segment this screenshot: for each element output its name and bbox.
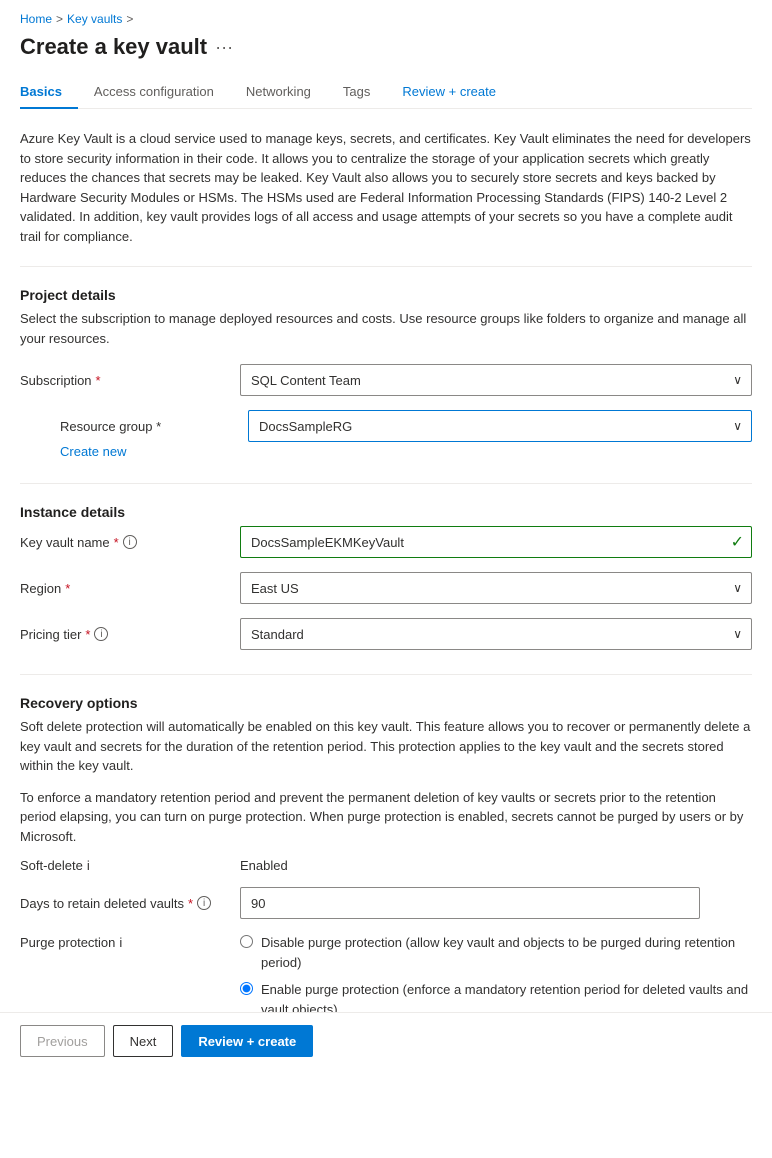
resource-group-select[interactable]: DocsSampleRG [248,410,752,442]
page-title-container: Create a key vault ··· [20,34,752,60]
keyvault-name-input[interactable] [240,526,752,558]
tab-tags[interactable]: Tags [327,76,386,109]
next-button[interactable]: Next [113,1025,174,1057]
ellipsis-menu[interactable]: ··· [215,37,233,58]
previous-button[interactable]: Previous [20,1025,105,1057]
footer: Previous Next Review + create [0,1012,772,1069]
recovery-title: Recovery options [20,695,752,711]
breadcrumb-home[interactable]: Home [20,12,52,26]
pricing-info-icon[interactable]: i [94,627,108,641]
soft-delete-value: Enabled [240,858,288,873]
subscription-required: * [96,373,101,388]
enable-purge-radio[interactable] [240,982,253,995]
purge-info-icon[interactable]: i [119,935,122,950]
project-details-section: Project details Select the subscription … [20,287,752,459]
soft-delete-row: Soft-delete i Enabled [20,858,752,873]
resource-group-row: Resource group * DocsSampleRG Create new [20,410,752,459]
region-required: * [65,581,70,596]
keyvault-name-row: Key vault name * i ✓ [20,526,752,558]
pricing-required: * [85,627,90,642]
soft-delete-info-icon[interactable]: i [87,858,90,873]
pricing-select-wrapper: Standard [240,618,752,650]
soft-delete-label: Soft-delete i [20,858,240,873]
disable-purge-radio[interactable] [240,935,253,948]
days-input[interactable] [240,887,700,919]
days-required: * [188,896,193,911]
create-new-rg[interactable]: Create new [60,444,752,459]
region-select[interactable]: East US [240,572,752,604]
review-create-button[interactable]: Review + create [181,1025,313,1057]
breadcrumb-keyvaults[interactable]: Key vaults [67,12,122,26]
rg-content: Resource group * DocsSampleRG Create new [60,410,752,459]
divider-3 [20,674,752,675]
rg-label: Resource group * [60,419,248,434]
breadcrumb-sep2: > [126,12,133,26]
tab-access[interactable]: Access configuration [78,76,230,109]
disable-purge-label: Disable purge protection (allow key vaul… [261,933,752,972]
tab-review-create[interactable]: Review + create [386,76,512,109]
region-select-wrapper: East US [240,572,752,604]
days-retain-row: Days to retain deleted vaults * i [20,887,752,919]
days-info-icon[interactable]: i [197,896,211,910]
soft-delete-description: Soft delete protection will automaticall… [20,717,752,776]
keyvault-check-icon: ✓ [731,532,744,552]
rg-select-wrapper: DocsSampleRG [248,410,752,442]
instance-details-title: Instance details [20,504,752,520]
days-retain-label: Days to retain deleted vaults * i [20,896,240,911]
keyvault-info-icon[interactable]: i [123,535,137,549]
project-details-title: Project details [20,287,752,303]
subscription-select[interactable]: SQL Content Team [240,364,752,396]
days-input-wrapper [240,887,752,919]
page-title: Create a key vault [20,34,207,60]
rg-field-row: Resource group * DocsSampleRG [60,410,752,442]
recovery-options-section: Recovery options Soft delete protection … [20,695,752,1052]
kv-required: * [114,535,119,550]
instance-details-section: Instance details Key vault name * i ✓ Re… [20,504,752,650]
tabs-nav: Basics Access configuration Networking T… [20,76,752,109]
breadcrumb-sep1: > [56,12,63,26]
subscription-field-row: Subscription * SQL Content Team [20,364,752,396]
divider-2 [20,483,752,484]
intro-description: Azure Key Vault is a cloud service used … [20,129,752,246]
pricing-label: Pricing tier * i [20,627,240,642]
divider-1 [20,266,752,267]
purge-description: To enforce a mandatory retention period … [20,788,752,847]
subscription-select-wrapper: SQL Content Team [240,364,752,396]
disable-purge-option: Disable purge protection (allow key vaul… [240,933,752,972]
keyvault-name-input-wrapper: ✓ [240,526,752,558]
breadcrumb: Home > Key vaults > [20,12,752,26]
purge-label: Purge protection i [20,933,240,950]
region-row: Region * East US [20,572,752,604]
pricing-select[interactable]: Standard [240,618,752,650]
tab-networking[interactable]: Networking [230,76,327,109]
pricing-row: Pricing tier * i Standard [20,618,752,650]
keyvault-name-label: Key vault name * i [20,535,240,550]
subscription-label: Subscription * [20,373,240,388]
region-label: Region * [20,581,240,596]
tab-basics[interactable]: Basics [20,76,78,109]
project-details-desc: Select the subscription to manage deploy… [20,309,752,348]
rg-required: * [156,419,161,434]
